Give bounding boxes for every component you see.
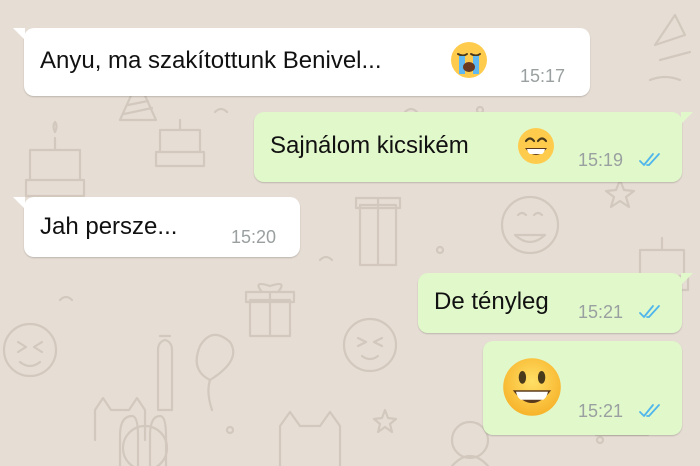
message-text: Jah persze... [40,213,178,240]
message-timestamp: 15:21 [578,401,624,421]
message-bubble-incoming[interactable]: Anyu, ma szakítottunk Benivel... 15:17 [13,28,590,96]
message-text: Anyu, ma szakítottunk Benivel... [40,47,382,74]
message-timestamp: 15:21 [578,302,624,322]
message-bubble-outgoing[interactable]: De tényleg 15:21 [418,273,693,333]
message-text: Sajnálom kicsikém [270,132,469,159]
loudly-crying-face-icon [451,42,487,78]
message-bubble-incoming[interactable]: Jah persze... 15:20 [13,197,300,257]
grinning-face-with-smiling-eyes-icon [518,128,554,164]
message-timestamp: 15:17 [520,66,566,86]
message-text: De tényleg [434,288,549,315]
grinning-face-with-big-eyes-icon [503,358,561,416]
message-bubble-outgoing[interactable]: Sajnálom kicsikém 15:19 [254,112,693,182]
double-check-read-icon [639,404,660,417]
message-timestamp: 15:20 [231,227,277,247]
message-timestamp: 15:19 [578,150,624,170]
double-check-read-icon [639,305,660,318]
double-check-read-icon [639,153,660,166]
message-bubble-outgoing[interactable]: 15:21 [483,341,682,435]
